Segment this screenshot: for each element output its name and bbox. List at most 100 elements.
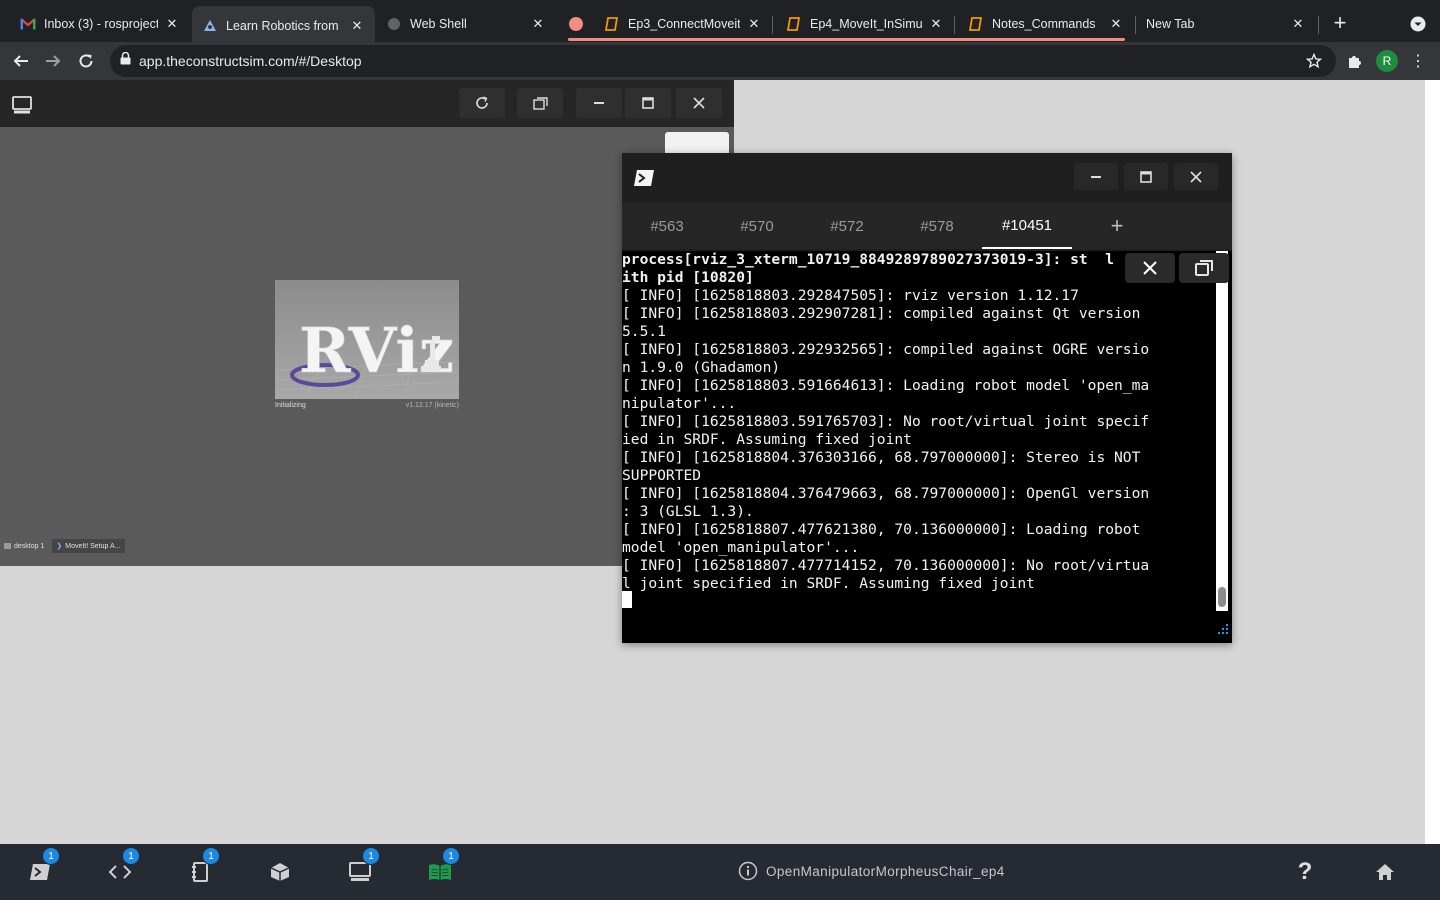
tab-title: Web Shell xyxy=(410,17,467,31)
terminal-scrollbar-thumb[interactable] xyxy=(1218,587,1226,607)
terminal-line: [ INFO] [1625818803.591664613]: Loading … xyxy=(622,377,1150,394)
forward-icon[interactable] xyxy=(40,48,66,74)
terminal-tab[interactable]: #572 xyxy=(802,203,892,249)
browser-tab-newtab[interactable]: New Tab ✕ xyxy=(1136,6,1316,42)
help-button[interactable]: ? xyxy=(1285,854,1325,890)
course-book-button[interactable]: 1 xyxy=(420,847,460,890)
splash-status-text: Initializing xyxy=(275,402,306,409)
close-icon[interactable]: ✕ xyxy=(1290,16,1306,32)
terminal-line: ied in SRDF. Assuming fixed joint xyxy=(622,431,912,448)
add-terminal-tab-button[interactable]: + xyxy=(1072,203,1162,249)
terminal-icon xyxy=(633,169,655,192)
minimize-button[interactable] xyxy=(1074,163,1118,190)
extensions-icon[interactable] xyxy=(1341,48,1367,74)
notification-badge: 1 xyxy=(42,847,60,865)
close-button[interactable] xyxy=(1174,163,1218,190)
hidden-window-button[interactable] xyxy=(665,132,729,154)
notebook-icon xyxy=(968,16,984,32)
shell-button[interactable]: 1 xyxy=(20,847,60,890)
lock-icon xyxy=(120,51,131,70)
detach-button[interactable] xyxy=(517,88,563,118)
browser-menu-icon[interactable]: ⋮ xyxy=(1405,48,1431,74)
monitor-icon xyxy=(349,862,371,881)
terminal-cursor xyxy=(622,591,632,608)
terminal-output[interactable]: process[rviz_3_xterm_10719_8849289789027… xyxy=(622,251,1232,643)
tab-separator xyxy=(1318,16,1319,34)
tab-group-underline xyxy=(568,38,1125,41)
close-icon[interactable]: ✕ xyxy=(1108,16,1124,32)
tab-separator xyxy=(772,16,773,34)
notebook-icon xyxy=(192,862,208,882)
terminal-line: 5.5.1 xyxy=(622,323,666,340)
notebook-button[interactable]: 1 xyxy=(180,847,220,890)
notification-badge: 1 xyxy=(122,847,140,865)
desktop-icon xyxy=(4,543,11,549)
address-bar[interactable]: app.theconstructsim.com/#/Desktop xyxy=(110,45,1336,77)
close-icon[interactable]: ✕ xyxy=(746,16,762,32)
page-scrollbar[interactable] xyxy=(1425,80,1440,844)
terminal-titlebar[interactable] xyxy=(622,153,1232,203)
project-name: OpenManipulatorMorpheusChair_ep4 xyxy=(766,863,1005,879)
close-icon[interactable]: ✕ xyxy=(349,18,365,34)
info-icon xyxy=(738,861,758,881)
resize-handle-icon[interactable] xyxy=(1216,622,1230,641)
browser-tab-notes[interactable]: Notes_Commands ✕ xyxy=(958,6,1134,42)
maximize-button[interactable] xyxy=(1124,163,1168,190)
browser-tab-ep3[interactable]: Ep3_ConnectMoveit_ ✕ xyxy=(594,6,772,42)
rviz-logo: RViz xyxy=(275,280,459,399)
terminal-line: [ INFO] [1625818807.477714152, 70.136000… xyxy=(622,557,1150,574)
terminal-tab-active[interactable]: #10451 xyxy=(982,203,1072,249)
detach-terminal-button[interactable] xyxy=(1179,253,1229,283)
terminal-line: n 1.9.0 (Ghadamon) xyxy=(622,359,781,376)
avatar: R xyxy=(1376,50,1398,72)
terminal-window[interactable]: #563 #570 #572 #578 #10451 + process[rvi… xyxy=(622,153,1232,643)
close-button[interactable] xyxy=(676,88,722,118)
ide-button[interactable]: 1 xyxy=(100,847,140,890)
terminal-line: [ INFO] [1625818804.376303166, 68.797000… xyxy=(622,449,1141,466)
tab-title: Learn Robotics from xyxy=(226,19,339,33)
cube-icon xyxy=(270,863,290,881)
close-terminal-button[interactable] xyxy=(1125,253,1175,283)
project-info[interactable]: OpenManipulatorMorpheusChair_ep4 xyxy=(738,861,1005,881)
tab-search-icon[interactable] xyxy=(1405,11,1431,37)
home-icon xyxy=(1376,864,1394,880)
simulation-button[interactable] xyxy=(260,854,300,890)
terminal-scrollbar[interactable] xyxy=(1216,251,1228,611)
terminal-line: l joint specified in SRDF. Assuming fixe… xyxy=(622,575,1035,592)
terminal-line: nipulator'... xyxy=(622,395,737,412)
reload-icon[interactable] xyxy=(73,48,99,74)
new-tab-button[interactable]: + xyxy=(1327,10,1353,36)
bookmark-star-icon[interactable] xyxy=(1301,48,1327,74)
browser-tab-webshell[interactable]: Web Shell ✕ xyxy=(376,6,556,42)
desktop-label: desktop 1 xyxy=(14,542,45,550)
terminal-tab[interactable]: #563 xyxy=(622,203,712,249)
browser-tabstrip: Inbox (3) - rosproject ✕ Learn Robotics … xyxy=(0,0,1440,46)
profile-avatar[interactable]: R xyxy=(1374,48,1400,74)
browser-tab-gmail[interactable]: Inbox (3) - rosproject ✕ xyxy=(10,6,190,42)
gmail-icon xyxy=(20,16,36,32)
close-icon[interactable]: ✕ xyxy=(928,16,944,32)
home-button[interactable] xyxy=(1365,854,1405,890)
browser-tab-recording[interactable] xyxy=(558,6,594,42)
rviz-splash-status: Initializing v1.12.17 (kinetic) xyxy=(275,402,459,409)
notebook-icon xyxy=(786,16,802,32)
terminal-line: : 3 (GLSL 1.3). xyxy=(622,503,754,520)
terminal-line: [ INFO] [1625818803.292932565]: compiled… xyxy=(622,341,1150,358)
terminal-tab[interactable]: #570 xyxy=(712,203,802,249)
close-icon[interactable]: ✕ xyxy=(164,16,180,32)
taskbar-app-moveit-setup[interactable]: ❯ MoveIt! Setup A... xyxy=(52,539,125,553)
maximize-button[interactable] xyxy=(625,88,671,118)
remote-desktop-titlebar[interactable] xyxy=(0,80,734,127)
graphical-tools-button[interactable]: 1 xyxy=(340,847,380,890)
refresh-button[interactable] xyxy=(459,88,505,118)
browser-tab-ep4[interactable]: Ep4_MoveIt_InSimula ✕ xyxy=(776,6,954,42)
terminal-tab[interactable]: #578 xyxy=(892,203,982,249)
code-icon xyxy=(109,865,131,879)
close-icon[interactable]: ✕ xyxy=(530,16,546,32)
browser-tab-theconstruct[interactable]: Learn Robotics from ✕ xyxy=(192,6,375,46)
minimize-button[interactable] xyxy=(576,88,622,118)
tab-title: Notes_Commands xyxy=(992,17,1096,31)
back-icon[interactable] xyxy=(8,48,34,74)
tab-separator xyxy=(954,16,955,34)
desktop-switcher[interactable]: desktop 1 xyxy=(0,540,48,553)
